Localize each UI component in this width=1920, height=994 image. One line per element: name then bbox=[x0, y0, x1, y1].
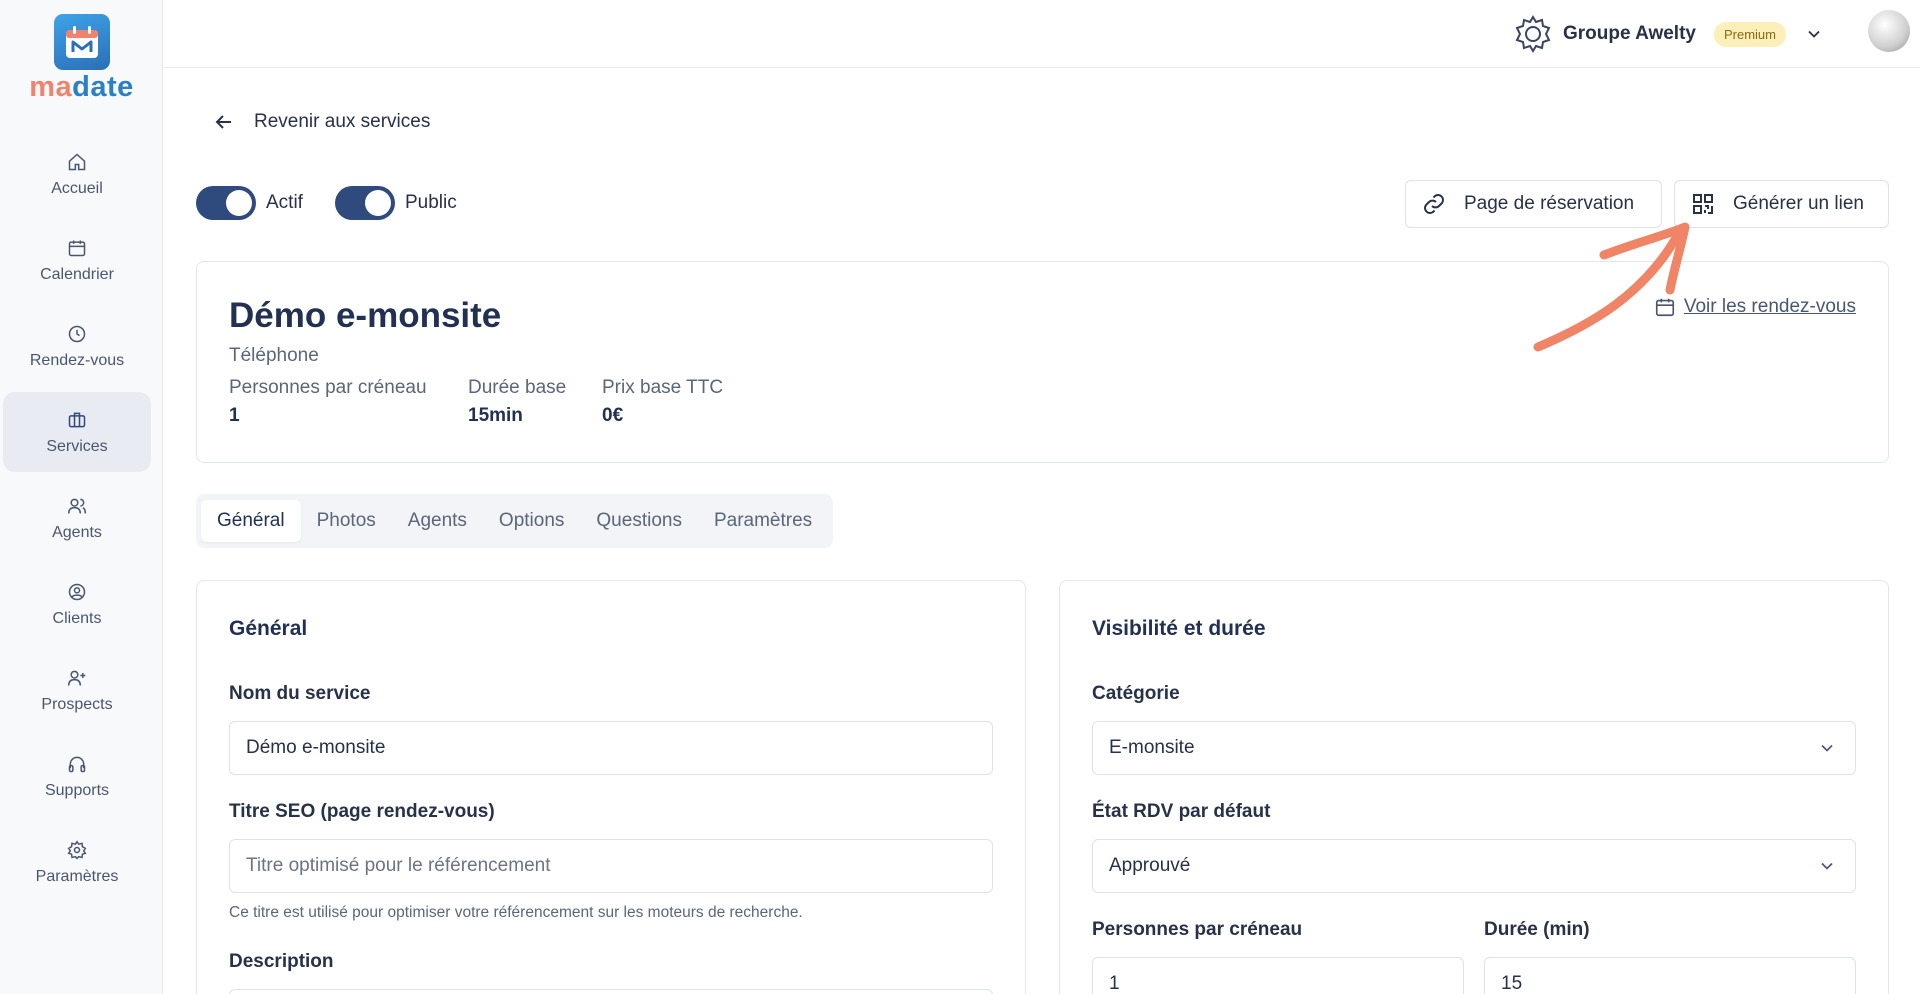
qr-code-icon bbox=[1691, 192, 1715, 216]
stat-value: 15min bbox=[468, 405, 523, 426]
stat-persons: Personnes par créneau 1 bbox=[229, 377, 427, 427]
service-type: Téléphone bbox=[229, 345, 319, 366]
active-toggle[interactable] bbox=[196, 186, 256, 220]
sidebar-item-label: Rendez-vous bbox=[29, 352, 125, 369]
service-name-label: Nom du service bbox=[229, 683, 371, 704]
general-heading: Général bbox=[229, 617, 308, 640]
gear-icon bbox=[65, 838, 89, 862]
stat-label: Durée base bbox=[468, 377, 567, 398]
home-icon bbox=[65, 150, 89, 174]
sidebar-item-label: Calendrier bbox=[40, 266, 114, 283]
seo-title-label: Titre SEO (page rendez-vous) bbox=[229, 801, 495, 822]
topbar: Groupe Awelty Premium bbox=[164, 0, 1920, 68]
sidebar-item-clients[interactable]: Clients bbox=[3, 564, 151, 644]
sidebar-item-label: Services bbox=[46, 438, 108, 455]
sidebar-nav: Accueil Calendrier Rendez-vous Services … bbox=[3, 134, 151, 908]
sidebar-item-supports[interactable]: Supports bbox=[3, 736, 151, 816]
sidebar-item-label: Prospects bbox=[41, 696, 113, 713]
category-label: Catégorie bbox=[1092, 683, 1180, 704]
logo-ma: ma bbox=[29, 71, 73, 103]
briefcase-icon bbox=[65, 408, 89, 432]
sidebar-item-accueil[interactable]: Accueil bbox=[3, 134, 151, 214]
tab-agents[interactable]: Agents bbox=[392, 500, 483, 542]
sidebar-item-parametres[interactable]: Paramètres bbox=[3, 822, 151, 902]
default-state-value: Approuvé bbox=[1109, 855, 1191, 876]
logo-date: date bbox=[72, 71, 134, 103]
description-input[interactable] bbox=[229, 989, 993, 994]
persons-input[interactable]: 1 bbox=[1092, 957, 1464, 994]
calendar-icon bbox=[65, 236, 89, 260]
generate-link-button[interactable]: Générer un lien bbox=[1674, 180, 1889, 228]
org-gear-icon bbox=[1513, 14, 1553, 54]
org-name: Groupe Awelty bbox=[1562, 23, 1696, 44]
sidebar-item-services[interactable]: Services bbox=[3, 392, 151, 472]
chevron-down-icon bbox=[1817, 738, 1837, 758]
tab-parametres[interactable]: Paramètres bbox=[698, 500, 828, 542]
category-value: E-monsite bbox=[1109, 737, 1195, 758]
stat-price: Prix base TTC 0€ bbox=[602, 377, 723, 427]
persons-label: Personnes par créneau bbox=[1092, 919, 1303, 940]
app-logo[interactable]: madate bbox=[24, 14, 139, 102]
back-label: Revenir aux services bbox=[254, 111, 431, 132]
users-icon bbox=[65, 494, 89, 518]
sidebar-item-rendez-vous[interactable]: Rendez-vous bbox=[3, 306, 151, 386]
stat-value: 1 bbox=[229, 405, 240, 426]
visibility-card: Visibilité et durée Catégorie E-monsite … bbox=[1059, 580, 1889, 994]
generate-link-label: Générer un lien bbox=[1733, 193, 1864, 214]
arrow-left-icon bbox=[212, 110, 236, 134]
sidebar-item-label: Agents bbox=[52, 524, 102, 541]
clock-icon bbox=[65, 322, 89, 346]
sidebar-item-prospects[interactable]: Prospects bbox=[3, 650, 151, 730]
seo-title-input[interactable]: Titre optimisé pour le référencement bbox=[229, 839, 993, 893]
duration-label: Durée (min) bbox=[1484, 919, 1590, 940]
default-state-label: État RDV par défaut bbox=[1092, 801, 1271, 822]
annotation-arrow-icon bbox=[1533, 222, 1690, 352]
sidebar-item-agents[interactable]: Agents bbox=[3, 478, 151, 558]
tab-options[interactable]: Options bbox=[483, 500, 580, 542]
user-plus-icon bbox=[65, 666, 89, 690]
link-icon bbox=[1422, 192, 1446, 216]
chevron-down-icon[interactable] bbox=[1804, 24, 1824, 44]
public-toggle[interactable] bbox=[334, 186, 395, 220]
tab-general[interactable]: Général bbox=[201, 500, 301, 542]
tab-questions[interactable]: Questions bbox=[580, 500, 698, 542]
sidebar-item-calendrier[interactable]: Calendrier bbox=[3, 220, 151, 300]
seo-help-text: Ce titre est utilisé pour optimiser votr… bbox=[229, 904, 803, 921]
see-appointments-label: Voir les rendez-vous bbox=[1683, 296, 1856, 317]
service-tabs: Général Photos Agents Options Questions … bbox=[196, 494, 834, 548]
service-name-input[interactable]: Démo e-monsite bbox=[229, 721, 993, 775]
default-state-select[interactable]: Approuvé bbox=[1092, 839, 1856, 893]
calendar-logo-icon bbox=[53, 14, 110, 70]
stat-label: Prix base TTC bbox=[602, 377, 724, 398]
sidebar: madate Accueil Calendrier Rendez-vous Se… bbox=[0, 0, 163, 994]
user-circle-icon bbox=[65, 580, 89, 604]
headphones-icon bbox=[65, 752, 89, 776]
public-toggle-label: Public bbox=[404, 192, 457, 213]
logo-wordmark: madate bbox=[24, 72, 139, 102]
sidebar-item-label: Paramètres bbox=[35, 868, 119, 885]
description-label: Description bbox=[229, 951, 334, 972]
visibility-heading: Visibilité et durée bbox=[1092, 617, 1266, 640]
active-toggle-label: Actif bbox=[266, 192, 303, 213]
sidebar-item-label: Accueil bbox=[51, 180, 103, 197]
avatar[interactable] bbox=[1868, 10, 1910, 52]
sidebar-item-label: Supports bbox=[44, 782, 110, 799]
duration-input[interactable]: 15 bbox=[1484, 957, 1856, 994]
plan-badge: Premium bbox=[1713, 21, 1786, 47]
stat-duration: Durée base 15min bbox=[468, 377, 566, 427]
stat-value: 0€ bbox=[602, 405, 624, 426]
category-select[interactable]: E-monsite bbox=[1092, 721, 1856, 775]
toggle-row: Actif Public bbox=[196, 186, 489, 220]
chevron-down-icon bbox=[1817, 856, 1837, 876]
service-title: Démo e-monsite bbox=[229, 296, 502, 335]
tab-photos[interactable]: Photos bbox=[301, 500, 392, 542]
general-card: Général Nom du service Démo e-monsite Ti… bbox=[196, 580, 1026, 994]
back-to-services-link[interactable]: Revenir aux services bbox=[212, 110, 430, 134]
stat-label: Personnes par créneau bbox=[229, 377, 427, 398]
booking-page-label: Page de réservation bbox=[1464, 193, 1635, 214]
org-switcher[interactable]: Groupe Awelty Premium bbox=[1513, 12, 1864, 56]
sidebar-item-label: Clients bbox=[52, 610, 102, 627]
